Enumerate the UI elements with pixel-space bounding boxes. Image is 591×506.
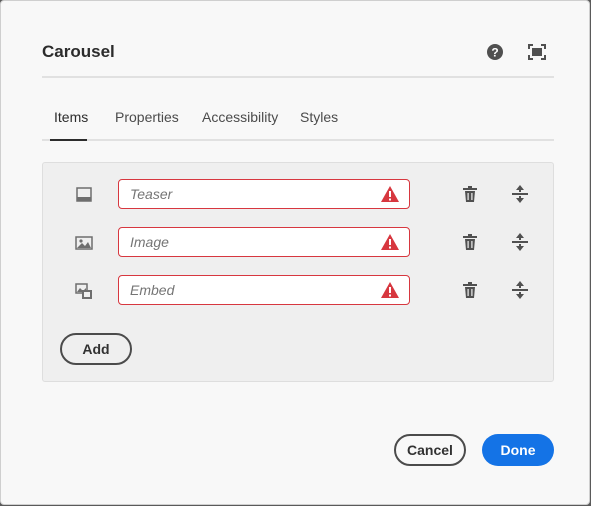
fullscreen-icon[interactable] [527, 42, 547, 62]
tab-styles[interactable]: Styles [300, 109, 338, 142]
done-button[interactable]: Done [482, 434, 554, 466]
list-item [43, 179, 553, 211]
delete-icon[interactable] [461, 185, 479, 203]
delete-icon[interactable] [461, 233, 479, 251]
add-item-button[interactable]: Add [60, 333, 132, 365]
move-icon[interactable] [511, 184, 529, 204]
alert-icon [381, 282, 399, 298]
tab-items[interactable]: Items [54, 109, 88, 142]
dialog-title: Carousel [42, 42, 115, 61]
alert-icon [381, 234, 399, 250]
list-item [43, 227, 553, 259]
delete-icon[interactable] [461, 281, 479, 299]
alert-icon [381, 186, 399, 202]
embed-icon [75, 283, 92, 299]
items-panel: Add [42, 162, 554, 382]
cancel-button[interactable]: Cancel [394, 434, 466, 466]
teaser-icon [76, 187, 92, 202]
item-title-input[interactable] [118, 227, 410, 257]
tab-list: Items Properties Accessibility Styles [42, 109, 554, 142]
move-icon[interactable] [511, 280, 529, 300]
carousel-dialog: Carousel ? Items Properties Accessibilit… [0, 0, 590, 505]
header-divider [42, 76, 554, 78]
item-title-input[interactable] [118, 179, 410, 209]
tab-properties[interactable]: Properties [115, 109, 179, 142]
svg-text:?: ? [491, 46, 498, 60]
help-icon[interactable]: ? [485, 42, 505, 62]
tab-accessibility[interactable]: Accessibility [202, 109, 278, 142]
move-icon[interactable] [511, 232, 529, 252]
tabs-divider [42, 139, 554, 141]
image-icon [75, 236, 93, 250]
list-item [43, 275, 553, 307]
active-tab-indicator [50, 139, 87, 141]
item-title-input[interactable] [118, 275, 410, 305]
